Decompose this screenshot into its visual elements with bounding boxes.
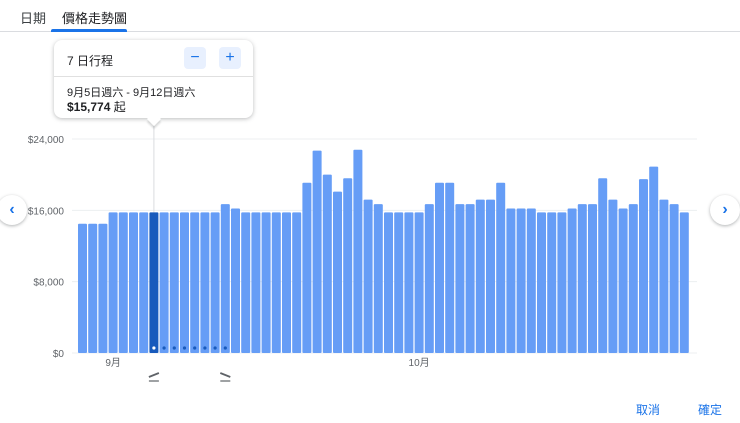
price-value: $15,774: [67, 100, 111, 114]
price-bar[interactable]: [475, 199, 485, 353]
price-bar[interactable]: [618, 208, 628, 353]
price-bar[interactable]: [465, 204, 475, 353]
trip-day-dot: [152, 346, 156, 350]
price-bar[interactable]: [312, 150, 322, 353]
return-plane-icon: [219, 372, 231, 382]
price-bar[interactable]: [669, 204, 679, 353]
price-bar[interactable]: [200, 212, 210, 353]
trip-day-dot: [213, 346, 217, 350]
trip-day-dot: [223, 346, 227, 350]
cancel-button[interactable]: 取消: [636, 401, 660, 418]
month-label: 9月: [105, 357, 121, 369]
departure-plane-icon: [148, 372, 160, 382]
price-bar[interactable]: [567, 208, 577, 353]
price-bar[interactable]: [169, 212, 179, 353]
price-bar[interactable]: [384, 212, 393, 353]
price-bar[interactable]: [118, 212, 128, 353]
price-bar[interactable]: [149, 212, 159, 353]
price-bar[interactable]: [526, 208, 536, 353]
price-bar[interactable]: [159, 212, 169, 353]
price-bar[interactable]: [251, 212, 261, 353]
price-bar[interactable]: [210, 212, 220, 353]
price-bar[interactable]: [88, 223, 98, 353]
price-bar[interactable]: [394, 212, 404, 353]
price-bar[interactable]: [271, 212, 281, 353]
price-bar[interactable]: [649, 166, 659, 353]
month-label: 10月: [409, 357, 430, 369]
price-bar[interactable]: [322, 174, 332, 353]
trip-length-label: 7 日行程: [67, 54, 114, 68]
price-bar[interactable]: [139, 212, 149, 353]
price-bar[interactable]: [292, 212, 302, 353]
price-tooltip: 7 日行程 − + 9月5日週六 - 9月12日週六 $15,774 起: [54, 40, 253, 127]
trip-day-dot: [172, 346, 176, 350]
y-tick-label: $8,000: [33, 278, 64, 289]
price-bar[interactable]: [363, 199, 373, 353]
price-bar[interactable]: [333, 191, 342, 353]
price-bar[interactable]: [129, 212, 138, 353]
price-bar[interactable]: [343, 178, 353, 353]
y-tick-label: $0: [53, 349, 65, 360]
price-bar[interactable]: [679, 212, 689, 353]
price-bar[interactable]: [598, 178, 608, 353]
price-bar[interactable]: [547, 212, 557, 353]
trip-day-dot: [182, 346, 187, 350]
confirm-button[interactable]: 確定: [698, 401, 722, 418]
price-bar[interactable]: [455, 204, 465, 353]
price-bar[interactable]: [282, 212, 291, 353]
decrease-trip-button[interactable]: −: [184, 47, 206, 69]
price-bar[interactable]: [302, 182, 312, 353]
price-bar[interactable]: [486, 199, 495, 353]
price-bar[interactable]: [220, 204, 230, 353]
increase-trip-button[interactable]: +: [219, 47, 241, 69]
price-bar[interactable]: [628, 204, 638, 353]
price-bar[interactable]: [445, 182, 455, 353]
price-bar[interactable]: [557, 212, 567, 353]
price-bar[interactable]: [241, 212, 251, 353]
price-bar[interactable]: [78, 223, 87, 353]
y-tick-label: $24,000: [28, 135, 65, 146]
trip-day-dot: [162, 346, 166, 350]
chevron-right-icon: ›: [722, 201, 728, 218]
price-bar[interactable]: [373, 204, 383, 353]
price-bar[interactable]: [424, 204, 434, 353]
price-bar[interactable]: [261, 212, 271, 353]
price-bar[interactable]: [108, 212, 118, 353]
price-bar[interactable]: [537, 212, 546, 353]
price-bar[interactable]: [404, 212, 414, 353]
price-bar[interactable]: [496, 182, 506, 353]
price-bar[interactable]: [516, 208, 526, 353]
chevron-left-icon: ‹: [9, 201, 15, 218]
price-bar[interactable]: [659, 199, 669, 353]
price-bar[interactable]: [414, 212, 424, 353]
trip-day-dot: [203, 346, 207, 350]
price-suffix: 起: [113, 100, 126, 114]
price-bar[interactable]: [608, 199, 618, 353]
price-bar[interactable]: [435, 182, 444, 353]
next-button[interactable]: ›: [710, 195, 740, 225]
price-bar[interactable]: [98, 223, 108, 353]
price-bar[interactable]: [180, 212, 189, 353]
price-bar[interactable]: [506, 208, 516, 353]
price-bar[interactable]: [577, 204, 587, 353]
price-bar[interactable]: [588, 204, 597, 353]
price-bar[interactable]: [353, 149, 363, 353]
y-tick-label: $16,000: [28, 206, 65, 217]
trip-day-dot: [193, 346, 197, 350]
price-bar[interactable]: [639, 179, 648, 353]
price-bar[interactable]: [190, 212, 200, 353]
price-bar[interactable]: [231, 208, 240, 353]
tooltip-price: $15,774 起: [67, 98, 126, 115]
